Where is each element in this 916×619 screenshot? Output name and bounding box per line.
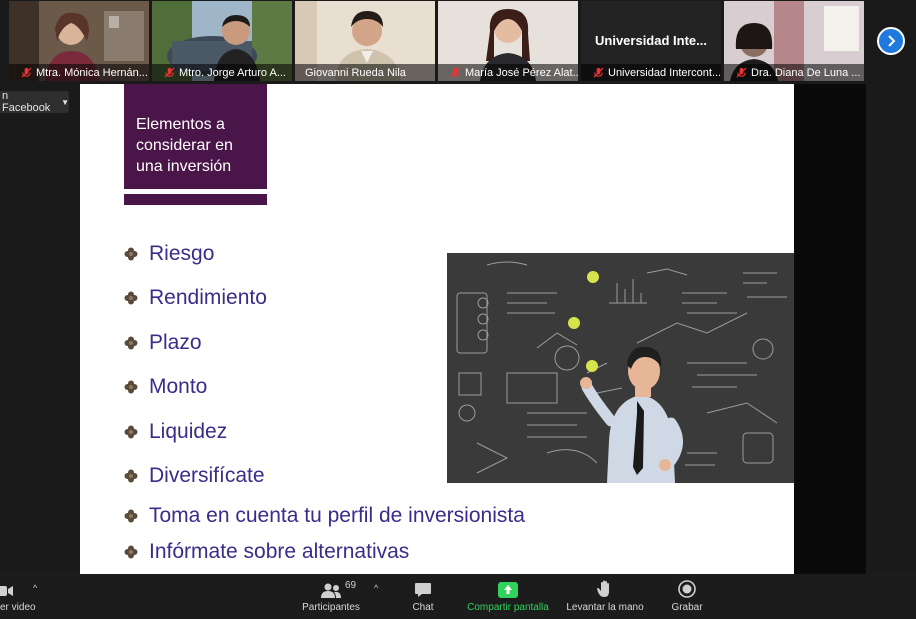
slide-bullet: Riesgo bbox=[124, 242, 214, 266]
slide-bullet-text: Infórmate sobre alternativas bbox=[149, 540, 410, 563]
slide-bullet-text: Monto bbox=[149, 375, 208, 398]
record-button[interactable]: Grabar bbox=[667, 574, 707, 619]
slide-bullet-text: Diversifícate bbox=[149, 464, 265, 487]
slide-bullet: Rendimiento bbox=[124, 286, 267, 310]
slide-title-rule bbox=[124, 194, 267, 205]
participant-name: María José Pérez Alat... bbox=[465, 66, 578, 79]
participant-tile-4[interactable]: María José Pérez Alat... bbox=[438, 1, 578, 81]
flower-bullet-icon bbox=[124, 545, 138, 559]
participant-name-bar: María José Pérez Alat... bbox=[438, 64, 578, 81]
meeting-toolbar: er video ^ Participantes 69 ^ Chat Compa… bbox=[0, 574, 916, 619]
video-camera-icon bbox=[0, 586, 13, 596]
flower-bullet-icon bbox=[124, 380, 138, 394]
slide-bullet: Toma en cuenta tu perfil de inversionist… bbox=[124, 504, 525, 528]
participant-name: Mtra. Mónica Hernán... bbox=[36, 66, 148, 79]
participant-name-bar: Mtra. Mónica Hernán... bbox=[9, 64, 149, 81]
participant-strip: Mtra. Mónica Hernán... Mtro. Jorge Artur… bbox=[0, 0, 916, 82]
participant-name: Dra. Diana De Luna ... bbox=[751, 66, 861, 79]
chat-button-label: Chat bbox=[412, 602, 434, 613]
shared-screen-slide: Elementos a considerar en una inversión … bbox=[80, 84, 794, 574]
slide-bullet: Diversifícate bbox=[124, 464, 265, 488]
participant-tile-1[interactable]: Mtra. Mónica Hernán... bbox=[9, 1, 149, 81]
participant-name-bar: Dra. Diana De Luna ... bbox=[724, 64, 864, 81]
video-button[interactable]: er video bbox=[0, 574, 42, 619]
slide-bullet: Liquidez bbox=[124, 420, 227, 444]
slide-bullet-text: Liquidez bbox=[149, 420, 228, 443]
participant-name-bar: Giovanni Rueda Nila bbox=[295, 64, 435, 81]
mic-muted-icon bbox=[736, 67, 747, 78]
chat-bubble-icon bbox=[415, 583, 431, 597]
flower-bullet-icon bbox=[124, 247, 138, 261]
participant-name-bar: Mtro. Jorge Arturo A... bbox=[152, 64, 292, 81]
participant-tile-3[interactable]: Giovanni Rueda Nila bbox=[295, 1, 435, 81]
raise-hand-button[interactable]: Levantar la mano bbox=[563, 574, 647, 619]
caret-down-icon: ▼ bbox=[61, 97, 69, 107]
mic-muted-icon bbox=[164, 67, 175, 78]
participants-icon bbox=[321, 583, 341, 598]
flower-bullet-icon bbox=[124, 336, 138, 350]
flower-bullet-icon bbox=[124, 509, 138, 523]
slide-bullet: Plazo bbox=[124, 331, 202, 355]
participant-name: Giovanni Rueda Nila bbox=[305, 66, 406, 79]
next-participants-button[interactable] bbox=[877, 27, 905, 55]
live-streaming-label: n Facebook bbox=[2, 90, 51, 114]
raise-hand-button-label: Levantar la mano bbox=[566, 602, 644, 613]
slide-bullet-text: Toma en cuenta tu perfil de inversionist… bbox=[149, 504, 525, 527]
chevron-right-icon bbox=[888, 35, 896, 47]
juggling-businessman-illustration bbox=[447, 253, 794, 483]
share-screen-button[interactable]: Compartir pantalla bbox=[462, 574, 554, 619]
flower-bullet-icon bbox=[124, 291, 138, 305]
record-icon bbox=[678, 580, 696, 598]
side-margin bbox=[794, 84, 866, 574]
participant-org-label: Universidad Inte... bbox=[595, 33, 707, 48]
participant-name: Mtro. Jorge Arturo A... bbox=[179, 66, 286, 79]
mic-muted-icon bbox=[450, 67, 461, 78]
raise-hand-icon bbox=[597, 580, 609, 597]
participants-button-label: Participantes bbox=[302, 602, 360, 613]
video-button-label: er video bbox=[0, 602, 36, 613]
video-options-caret-icon[interactable]: ^ bbox=[33, 583, 37, 593]
share-screen-button-label: Compartir pantalla bbox=[467, 602, 549, 613]
participant-tile-2[interactable]: Mtro. Jorge Arturo A... bbox=[152, 1, 292, 81]
participants-options-caret-icon[interactable]: ^ bbox=[374, 583, 378, 593]
slide-bullet-text: Rendimiento bbox=[149, 286, 267, 309]
slide-title-box: Elementos a considerar en una inversión bbox=[124, 84, 267, 189]
participant-tile-5[interactable]: Universidad Inte... Universidad Intercon… bbox=[581, 1, 721, 81]
slide-bullet-text: Plazo bbox=[149, 331, 202, 354]
participant-name: Universidad Intercont... bbox=[608, 66, 721, 79]
participant-name-bar: Universidad Intercont... bbox=[581, 64, 721, 81]
flower-bullet-icon bbox=[124, 469, 138, 483]
participant-tile-6[interactable]: Dra. Diana De Luna ... bbox=[724, 1, 864, 81]
participants-count: 69 bbox=[345, 580, 357, 591]
live-streaming-menu[interactable]: n Facebook ▼ bbox=[0, 90, 69, 114]
flower-bullet-icon bbox=[124, 425, 138, 439]
mic-muted-icon bbox=[593, 67, 604, 78]
slide-bullet-text: Riesgo bbox=[149, 242, 215, 265]
share-screen-icon bbox=[498, 582, 518, 598]
mic-muted-icon bbox=[21, 67, 32, 78]
chat-button[interactable]: Chat bbox=[406, 574, 440, 619]
slide-bullet: Infórmate sobre alternativas bbox=[124, 540, 409, 564]
zoom-meeting-window: Mtra. Mónica Hernán... Mtro. Jorge Artur… bbox=[0, 0, 916, 619]
record-button-label: Grabar bbox=[671, 602, 703, 613]
slide-title: Elementos a considerar en una inversión bbox=[136, 116, 233, 175]
slide-bullet: Monto bbox=[124, 375, 207, 399]
